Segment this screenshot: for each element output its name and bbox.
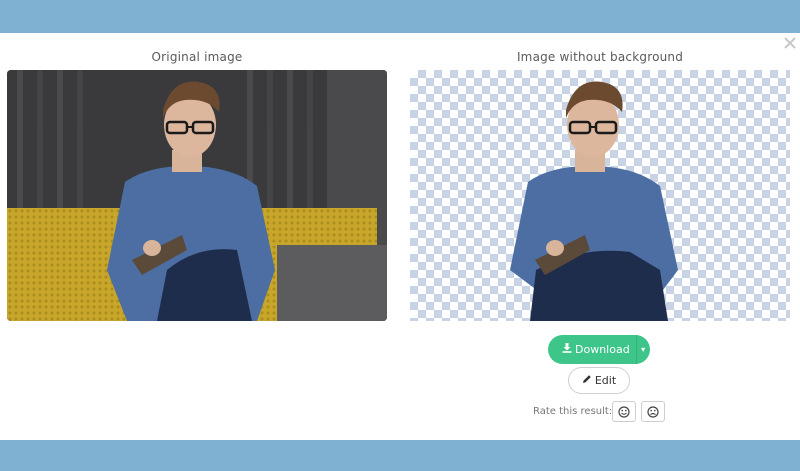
chevron-down-icon[interactable]: ▾ <box>636 335 650 364</box>
edit-label: Edit <box>594 374 617 387</box>
result-image <box>410 70 790 321</box>
edit-button[interactable]: Edit <box>568 367 630 394</box>
bottom-frame-bar <box>0 440 800 471</box>
frown-icon[interactable] <box>641 401 665 422</box>
download-label: Download <box>575 343 630 356</box>
smile-icon[interactable] <box>612 401 636 422</box>
top-frame-bar <box>0 0 800 33</box>
download-button[interactable]: Download <box>548 335 636 364</box>
original-image <box>7 70 387 321</box>
download-icon <box>562 343 575 356</box>
rate-label: Rate this result: <box>533 406 613 417</box>
result-modal: Original image Image without background <box>0 33 800 440</box>
result-image-caption: Image without background <box>516 50 684 64</box>
download-split-button: Download ▾ <box>548 335 650 364</box>
pencil-icon <box>582 374 595 387</box>
original-image-caption: Original image <box>151 50 243 64</box>
